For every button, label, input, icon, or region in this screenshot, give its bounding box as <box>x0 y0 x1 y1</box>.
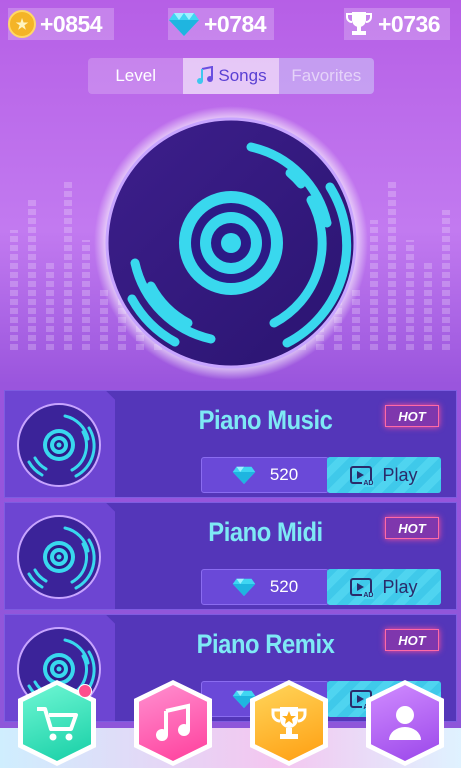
currency-bar: ★ +0854 +0784 +0736 <box>0 0 461 50</box>
video-ad-icon <box>350 578 375 599</box>
trophy-icon <box>346 12 372 35</box>
notification-dot <box>78 684 92 698</box>
song-title: Piano Remix <box>196 629 335 659</box>
profile-icon <box>389 706 421 740</box>
equalizer-bar <box>370 220 378 350</box>
trophy-icon <box>271 707 307 739</box>
equalizer-bar <box>28 200 36 350</box>
equalizer-bar <box>424 260 432 350</box>
music-note-icon <box>156 703 190 741</box>
play-label: Play <box>382 576 418 597</box>
hot-badge: HOT <box>385 629 439 651</box>
equalizer-bar <box>388 180 396 350</box>
gem-price: 520 <box>269 465 299 484</box>
song-card[interactable]: Piano Music HOT 520 Play <box>4 390 457 498</box>
song-title: Piano Midi <box>208 517 323 547</box>
coin-counter[interactable]: ★ +0854 <box>8 8 114 40</box>
gem-counter[interactable]: +0784 <box>168 8 274 40</box>
play-ad-button[interactable]: Play <box>327 569 441 605</box>
vinyl-disc-icon <box>94 106 368 380</box>
equalizer-bar <box>64 180 72 350</box>
equalizer-bar <box>10 230 18 350</box>
gem-value: +0784 <box>204 10 267 37</box>
equalizer-bar <box>406 240 414 350</box>
vinyl-disc-icon <box>17 403 101 487</box>
shop-cart-icon <box>37 707 78 741</box>
equalizer-bar <box>442 210 450 350</box>
coin-value: +0854 <box>40 10 103 37</box>
featured-disc[interactable] <box>93 105 369 381</box>
video-ad-icon <box>350 466 375 487</box>
tab-favorites-label: Favorites <box>291 66 362 85</box>
unlock-with-gems-button[interactable]: 520 <box>201 457 329 493</box>
play-label: Play <box>382 464 418 485</box>
tab-songs[interactable]: Songs <box>183 58 279 94</box>
music-note-icon <box>197 66 214 84</box>
coin-icon: ★ <box>8 10 36 38</box>
gem-price: 520 <box>269 577 299 596</box>
diamond-icon <box>232 466 256 484</box>
category-tabs: Level Songs Favorites <box>88 58 374 94</box>
hot-badge: HOT <box>385 405 439 427</box>
tab-level-label: Level <box>115 66 156 85</box>
trophy-value: +0736 <box>378 10 441 37</box>
trophy-counter[interactable]: +0736 <box>344 8 450 40</box>
unlock-with-gems-button[interactable]: 520 <box>201 569 329 605</box>
tab-favorites[interactable]: Favorites <box>278 58 374 94</box>
song-title: Piano Music <box>198 405 333 435</box>
play-ad-button[interactable]: Play <box>327 457 441 493</box>
hot-badge: HOT <box>385 517 439 539</box>
song-card[interactable]: Piano Midi HOT 520 Play <box>4 502 457 610</box>
vinyl-disc-icon <box>17 515 101 599</box>
bottom-navigation <box>0 680 461 768</box>
equalizer-bar <box>46 260 54 350</box>
tab-level[interactable]: Level <box>88 58 183 94</box>
diamond-icon <box>232 578 256 596</box>
tab-songs-label: Songs <box>218 66 267 85</box>
diamond-icon <box>169 13 199 36</box>
equalizer-bar <box>82 240 90 350</box>
